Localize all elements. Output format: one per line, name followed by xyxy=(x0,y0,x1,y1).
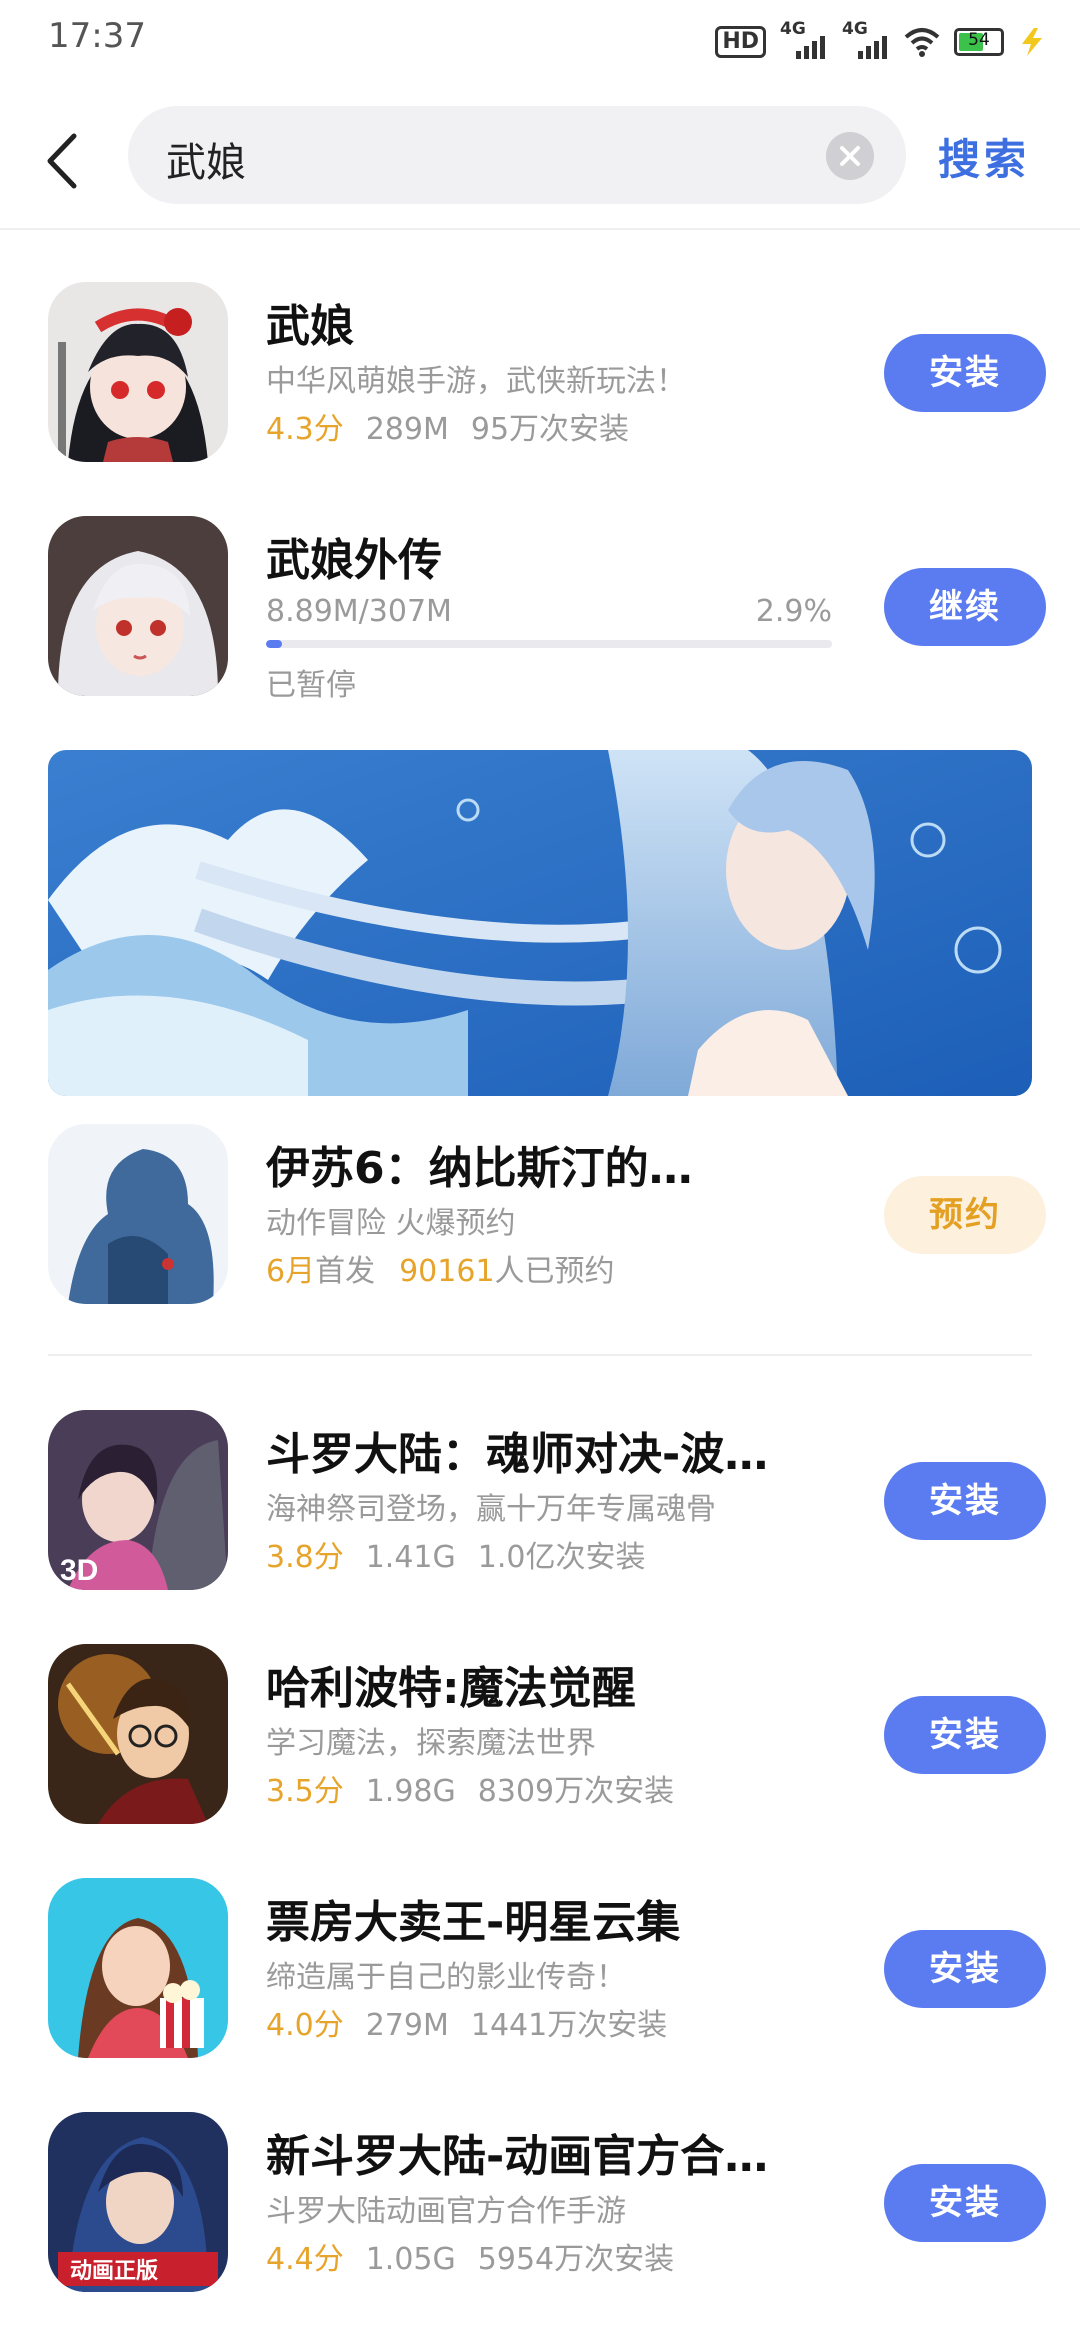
search-input[interactable]: 武娘 xyxy=(128,106,906,204)
install-button[interactable]: 安装 xyxy=(884,2164,1046,2242)
section-divider xyxy=(48,1354,1032,1356)
app-description: 斗罗大陆动画官方合作手游 xyxy=(266,2194,626,2229)
app-description: 海神祭司登场，赢十万年专属魂骨 xyxy=(266,1492,716,1527)
wifi-icon xyxy=(904,28,940,57)
signal-icon-2: 4G xyxy=(842,19,890,59)
app-meta: 3.5分 1.98G 8309万次安装 xyxy=(266,1766,674,1810)
chevron-left-icon[interactable] xyxy=(36,126,96,196)
install-button[interactable]: 安装 xyxy=(884,1462,1046,1540)
app-name: 斗罗大陆：魂师对决-波… xyxy=(266,1429,769,1480)
app-icon-box-office xyxy=(48,1878,228,2058)
download-status: 已暂停 xyxy=(266,668,356,703)
app-rating: 4.4分 xyxy=(266,2242,344,2277)
install-button[interactable]: 安装 xyxy=(884,1696,1046,1774)
app-installs: 8309万次安装 xyxy=(477,1774,675,1809)
app-description: 中华风萌娘手游，武侠新玩法！ xyxy=(266,364,686,399)
download-progress-bar xyxy=(266,640,832,648)
svg-text:动画正版: 动画正版 xyxy=(70,2259,158,2284)
app-installs: 95万次安装 xyxy=(470,412,630,447)
app-name: 武娘 xyxy=(266,301,354,352)
list-item[interactable]: 哈利波特:魔法觉醒 学习魔法，探索魔法世界 3.5分 1.98G 8309万次安装 … xyxy=(0,1644,1080,1824)
app-name: 伊苏6：纳比斯汀的… xyxy=(266,1143,693,1194)
download-progress-text: 8.89M/307M 2.9% xyxy=(266,594,832,629)
app-icon-new-douluo: 动画正版 xyxy=(48,2112,228,2292)
network-type-1: 4G xyxy=(780,19,806,39)
preorder-button[interactable]: 预约 xyxy=(884,1176,1046,1254)
list-item[interactable]: 动画正版 新斗罗大陆-动画官方合… 斗罗大陆动画官方合作手游 4.4分 1.05G… xyxy=(0,2112,1080,2292)
app-name: 新斗罗大陆-动画官方合… xyxy=(266,2131,769,2182)
install-button[interactable]: 安装 xyxy=(884,1930,1046,2008)
app-size: 279M xyxy=(365,2008,449,2043)
app-rating: 3.5分 xyxy=(266,1774,344,1809)
app-icon-wuniang xyxy=(48,282,228,462)
app-name: 票房大卖王-明星云集 xyxy=(266,1897,681,1948)
app-description: 动作冒险 火爆预约 xyxy=(266,1206,516,1241)
preorder-suffix: 人已预约 xyxy=(494,1254,615,1289)
charging-icon xyxy=(1022,28,1042,56)
preorder-count: 90161 xyxy=(399,1254,495,1289)
app-name: 武娘外传 xyxy=(266,535,442,586)
app-meta: 4.0分 279M 1441万次安装 xyxy=(266,2000,667,2044)
battery-level: 54 xyxy=(968,30,990,50)
battery-icon: 54 xyxy=(954,28,1004,56)
promo-banner[interactable] xyxy=(48,750,1032,1096)
list-item[interactable]: 武娘外传 8.89M/307M 2.9% 已暂停 继续 xyxy=(0,516,1080,703)
list-item[interactable]: 3D 斗罗大陆：魂师对决-波… 海神祭司登场，赢十万年专属魂骨 3.8分 1.41… xyxy=(0,1410,1080,1590)
app-rating: 4.3分 xyxy=(266,412,344,447)
list-item[interactable]: 票房大卖王-明星云集 缔造属于自己的影业传奇！ 4.0分 279M 1441万次安装… xyxy=(0,1878,1080,2058)
app-installs: 1441万次安装 xyxy=(470,2008,668,2043)
hd-voice-icon: HD xyxy=(715,26,766,58)
app-size: 1.98G xyxy=(365,1774,456,1809)
app-rating: 3.8分 xyxy=(266,1540,344,1575)
app-rating: 4.0分 xyxy=(266,2008,344,2043)
status-icons: HD 4G 4G 54 xyxy=(715,19,1046,64)
app-size: 1.05G xyxy=(365,2242,456,2277)
continue-button[interactable]: 继续 xyxy=(884,568,1046,646)
close-icon[interactable] xyxy=(826,132,874,180)
app-description: 缔造属于自己的影业传奇！ xyxy=(266,1960,626,1995)
preorder-meta: 6月首发 90161人已预约 xyxy=(266,1246,615,1290)
search-button[interactable]: 搜索 xyxy=(938,126,1030,187)
app-icon-harry-potter xyxy=(48,1644,228,1824)
header-divider xyxy=(0,228,1080,230)
release-month: 6月 xyxy=(266,1254,316,1289)
app-meta: 4.3分 289M 95万次安装 xyxy=(266,404,629,448)
search-query[interactable]: 武娘 xyxy=(166,130,246,188)
download-size: 8.89M/307M xyxy=(266,594,452,629)
list-item[interactable]: 伊苏6：纳比斯汀的… 动作冒险 火爆预约 6月首发 90161人已预约 预约 xyxy=(0,1124,1080,1304)
app-meta: 3.8分 1.41G 1.0亿次安装 xyxy=(266,1532,645,1576)
status-time: 17:37 xyxy=(48,16,146,56)
app-installs: 5954万次安装 xyxy=(477,2242,675,2277)
download-percent: 2.9% xyxy=(755,594,832,629)
download-progress-fill xyxy=(266,640,283,648)
network-type-2: 4G xyxy=(842,19,868,39)
signal-icon: 4G xyxy=(780,19,828,59)
app-description: 学习魔法，探索魔法世界 xyxy=(266,1726,596,1761)
app-installs: 1.0亿次安装 xyxy=(477,1540,646,1575)
app-name: 哈利波特:魔法觉醒 xyxy=(266,1663,636,1714)
app-icon-ys6 xyxy=(48,1124,228,1304)
status-bar: 17:37 HD 4G 4G 54 xyxy=(0,0,1080,80)
svg-text:3D: 3D xyxy=(60,1554,98,1587)
release-suffix: 首发 xyxy=(315,1254,376,1289)
app-meta: 4.4分 1.05G 5954万次安装 xyxy=(266,2234,674,2278)
app-size: 1.41G xyxy=(365,1540,456,1575)
app-size: 289M xyxy=(365,412,449,447)
install-button[interactable]: 安装 xyxy=(884,334,1046,412)
list-item[interactable]: 武娘 中华风萌娘手游，武侠新玩法！ 4.3分 289M 95万次安装 安装 xyxy=(0,282,1080,462)
app-icon-douluo: 3D xyxy=(48,1410,228,1590)
app-icon-wuniang-waizhuan xyxy=(48,516,228,696)
search-header: 武娘 搜索 xyxy=(0,92,1080,228)
